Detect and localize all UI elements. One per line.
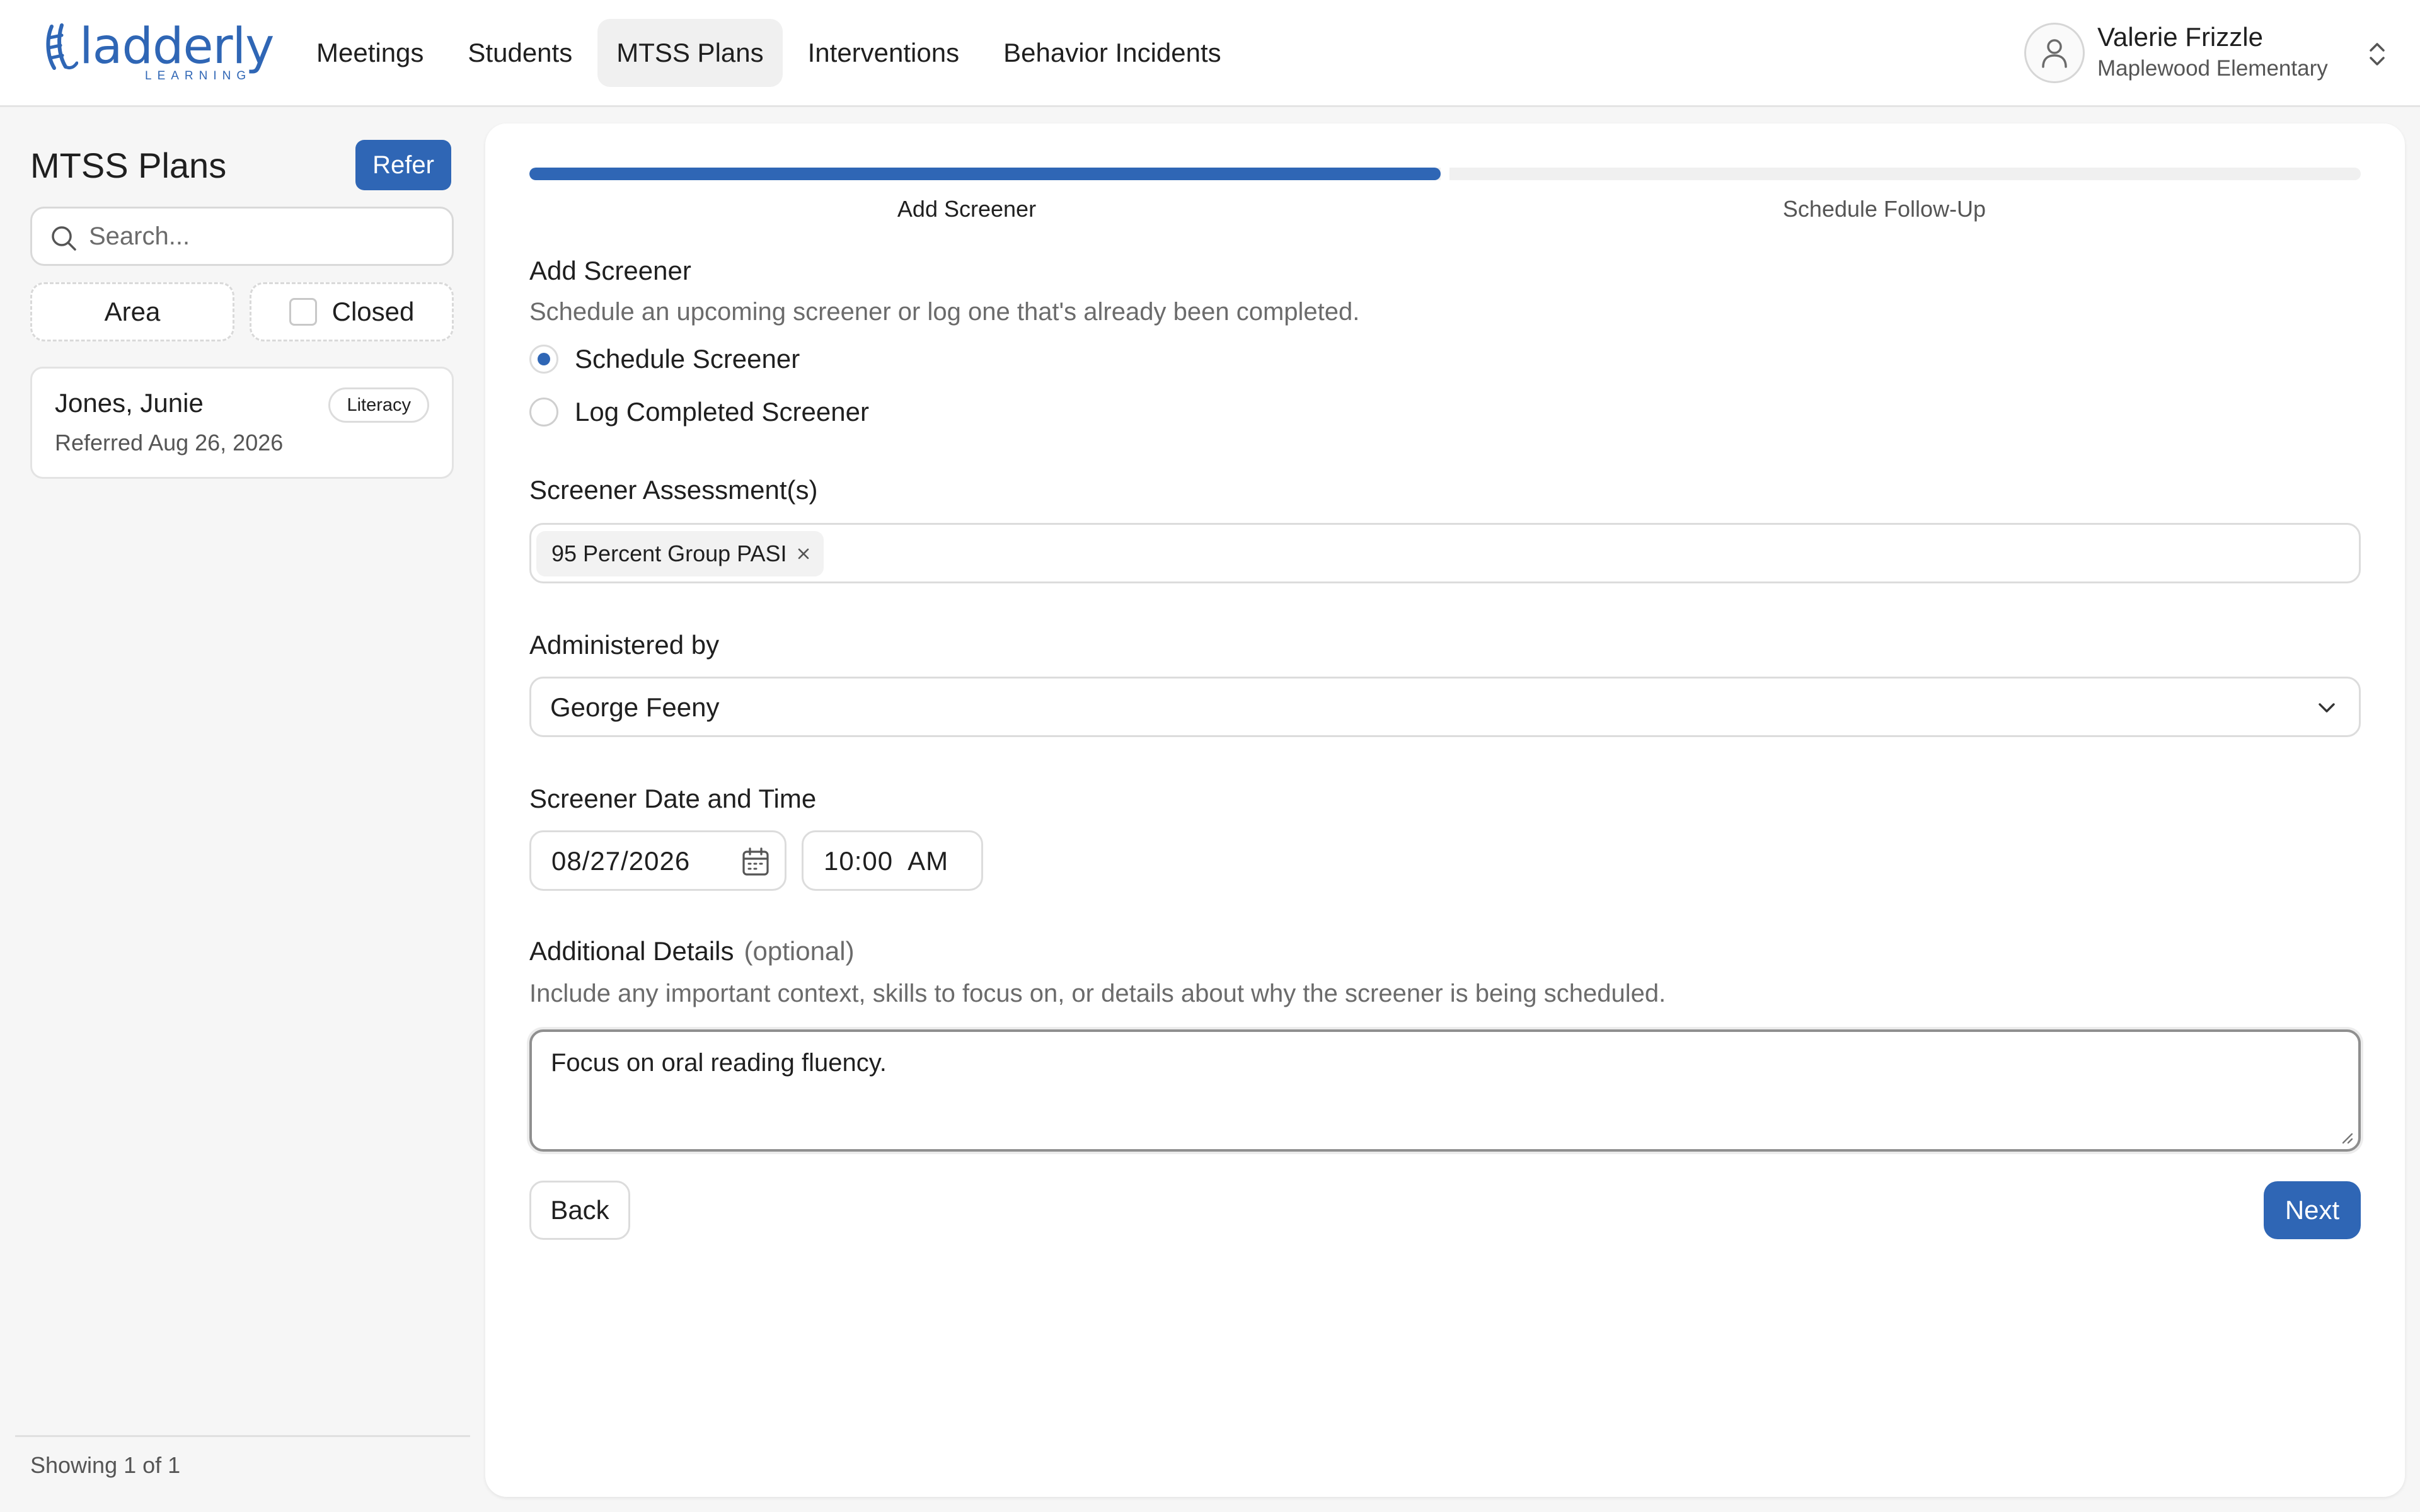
search-input[interactable] — [89, 217, 442, 255]
radio-label: Schedule Screener — [575, 344, 800, 374]
refer-button[interactable]: Refer — [355, 140, 451, 190]
date-input[interactable]: 08/27/2026 — [529, 830, 786, 891]
radio-label: Log Completed Screener — [575, 397, 869, 427]
results-count: Showing 1 of 1 — [30, 1452, 181, 1478]
details-textarea[interactable]: Focus on oral reading fluency. — [529, 1029, 2361, 1152]
administered-by-select[interactable]: George Feeny — [529, 677, 2361, 737]
search-field[interactable] — [30, 207, 454, 266]
section-help-text: Schedule an upcoming screener or log one… — [529, 298, 1360, 326]
referred-date: Referred Aug 26, 2026 — [55, 430, 284, 455]
section-title: Add Screener — [529, 256, 691, 285]
nav-meetings[interactable]: Meetings — [297, 19, 442, 87]
radio-button-selected[interactable] — [529, 345, 558, 374]
next-button[interactable]: Next — [2264, 1181, 2361, 1239]
mtss-sidebar: MTSS Plans Refer Area Closed Jones, Juni… — [0, 107, 470, 1512]
back-button[interactable]: Back — [529, 1181, 630, 1240]
step-add-screener[interactable]: Add Screener — [746, 195, 1187, 223]
step-schedule-follow-up[interactable]: Schedule Follow-Up — [1664, 195, 2105, 223]
assessment-chip-label: 95 Percent Group PASI — [551, 541, 787, 566]
time-input[interactable]: 10:00 AM — [802, 830, 983, 891]
user-menu[interactable]: Valerie Frizzle Maplewood Elementary — [2024, 21, 2390, 84]
assessments-label: Screener Assessment(s) — [529, 475, 818, 505]
assessments-multiselect[interactable]: 95 Percent Group PASI — [529, 523, 2361, 583]
top-navigation-bar: ladderly LEARNING Meetings Students MTSS… — [0, 0, 2420, 107]
area-filter-button[interactable]: Area — [30, 282, 234, 341]
closed-checkbox[interactable] — [289, 298, 317, 326]
user-icon — [2042, 39, 2067, 68]
area-filter-label: Area — [104, 297, 161, 326]
nav-students[interactable]: Students — [449, 19, 591, 87]
brand-subtitle: LEARNING — [145, 69, 252, 83]
nav-mtss-plans[interactable]: MTSS Plans — [597, 19, 783, 87]
assessment-chip: 95 Percent Group PASI — [536, 531, 824, 576]
screener-wizard-panel: Add Screener Schedule Follow-Up Add Scre… — [485, 123, 2405, 1497]
ladder-logo-icon — [46, 23, 78, 70]
sidebar-title: MTSS Plans — [30, 146, 227, 185]
nav-interventions[interactable]: Interventions — [789, 19, 978, 87]
list-item[interactable]: Jones, Junie Literacy Referred Aug 26, 2… — [30, 367, 454, 479]
closed-filter-label: Closed — [331, 297, 415, 326]
details-label-row: Additional Details (optional) — [529, 935, 855, 968]
wizard-progress-bar — [529, 168, 2361, 180]
time-value: 10:00 AM — [824, 846, 949, 876]
ladderly-logo[interactable]: ladderly LEARNING — [43, 20, 274, 83]
date-value: 08/27/2026 — [551, 846, 691, 876]
details-label: Additional Details — [529, 936, 734, 966]
chevron-up-down-icon — [2370, 43, 2385, 66]
details-value: Focus on oral reading fluency. — [551, 1049, 887, 1077]
close-icon[interactable] — [796, 546, 811, 561]
progress-step-divider — [1441, 168, 1449, 180]
datetime-label: Screener Date and Time — [529, 784, 817, 813]
user-name: Valerie Frizzle — [2097, 22, 2263, 52]
chevron-down-icon — [2319, 703, 2335, 713]
avatar — [2024, 23, 2085, 83]
brand-name: ladderly — [79, 18, 274, 75]
administered-by-value: George Feeny — [550, 692, 720, 722]
resize-handle-icon[interactable] — [2338, 1129, 2354, 1145]
area-badge: Literacy — [328, 387, 429, 423]
closed-filter-toggle[interactable]: Closed — [250, 282, 454, 341]
sidebar-divider — [15, 1435, 470, 1437]
progress-fill — [529, 168, 1441, 180]
calendar-icon[interactable] — [740, 846, 771, 878]
administered-by-label: Administered by — [529, 630, 720, 660]
student-name: Jones, Junie — [55, 388, 204, 418]
radio-log-completed-screener[interactable]: Log Completed Screener — [529, 393, 869, 431]
radio-button[interactable] — [529, 398, 558, 427]
details-help-text: Include any important context, skills to… — [529, 980, 1666, 1007]
main-nav: Meetings Students MTSS Plans Interventio… — [297, 19, 1240, 87]
radio-schedule-screener[interactable]: Schedule Screener — [529, 340, 800, 378]
nav-behavior-incidents[interactable]: Behavior Incidents — [984, 19, 1240, 87]
search-icon — [52, 226, 76, 251]
optional-hint: (optional) — [744, 936, 855, 966]
user-school: Maplewood Elementary — [2097, 56, 2328, 81]
